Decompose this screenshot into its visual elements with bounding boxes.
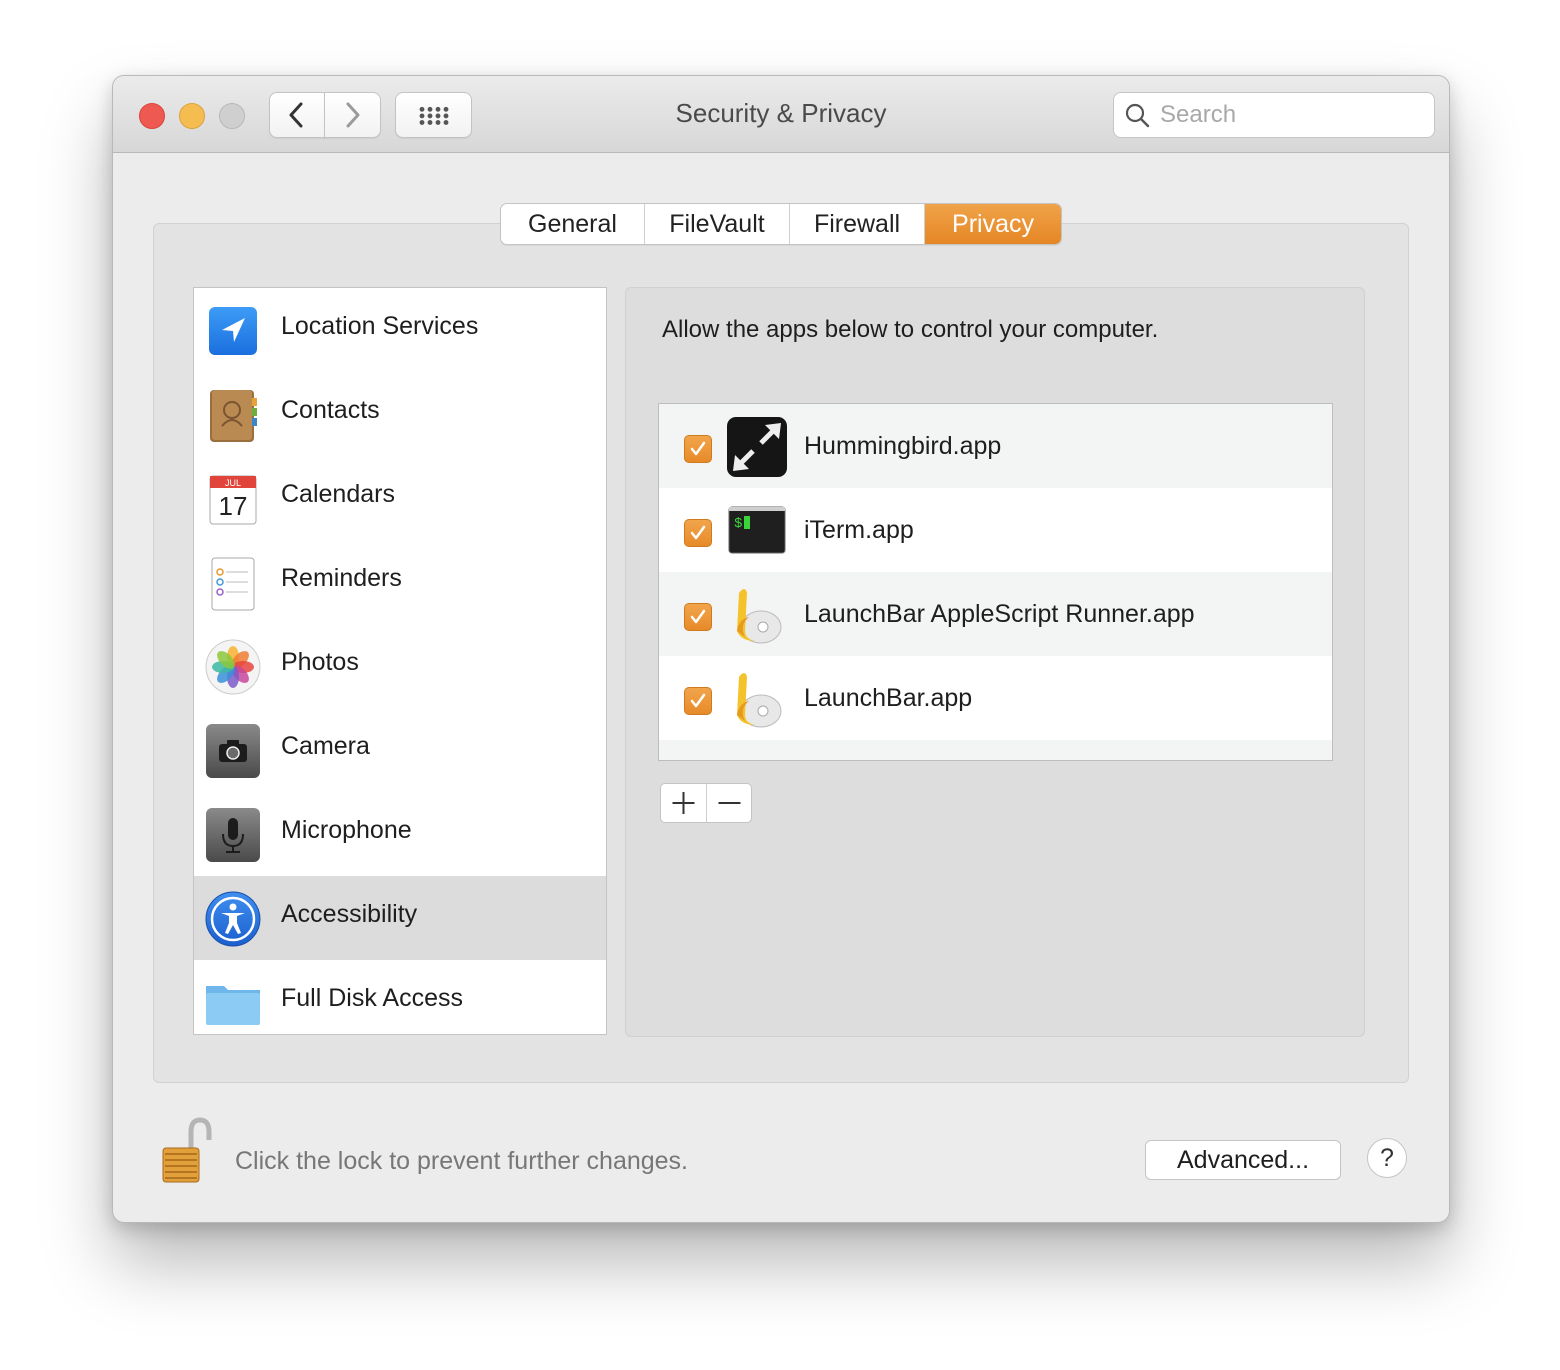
iterm-icon: $ — [728, 506, 786, 554]
sidebar-item-label: Location Services — [281, 312, 479, 340]
title-bar: Security & Privacy — [113, 76, 1449, 153]
lock-status-text: Click the lock to prevent further change… — [235, 1147, 689, 1175]
sidebar-item-accessibility[interactable]: Accessibility — [194, 876, 606, 960]
sidebar-item-location-services[interactable]: Location Services — [194, 288, 606, 372]
accessibility-pane: Allow the apps below to control your com… — [625, 287, 1365, 1037]
list-item: $ iTerm.app — [659, 488, 1332, 572]
add-remove-buttons — [660, 783, 752, 823]
plus-icon — [672, 792, 695, 814]
launchbar-icon — [737, 673, 782, 728]
sidebar-item-microphone[interactable]: Microphone — [194, 792, 606, 876]
folder-icon — [206, 986, 260, 1025]
camera-icon — [206, 724, 260, 778]
tab-bar: General FileVault Firewall Privacy — [500, 203, 1062, 245]
app-name: iTerm.app — [804, 516, 914, 544]
checkmark-icon — [690, 525, 706, 540]
terminal-prompt: $ — [734, 516, 742, 532]
tab-firewall[interactable]: Firewall — [790, 204, 925, 244]
lock-button[interactable] — [161, 1116, 213, 1191]
sidebar-item-full-disk-access[interactable]: Full Disk Access — [194, 960, 606, 1034]
microphone-icon — [206, 808, 260, 862]
list-item: Hummingbird.app — [659, 404, 1332, 488]
sidebar-item-contacts[interactable]: Contacts — [194, 372, 606, 456]
add-app-button[interactable] — [661, 784, 707, 822]
app-checkbox[interactable] — [684, 687, 712, 715]
partial-app-icon — [725, 751, 789, 761]
sidebar-item-label: Reminders — [281, 564, 402, 592]
sidebar-item-label: Photos — [281, 648, 359, 676]
app-checkbox[interactable] — [684, 603, 712, 631]
remove-app-button[interactable] — [707, 784, 752, 822]
list-item: LaunchBar AppleScript Runner.app — [659, 572, 1332, 656]
sidebar-item-camera[interactable]: Camera — [194, 708, 606, 792]
sidebar-item-label: Contacts — [281, 396, 380, 424]
sidebar-item-label: Accessibility — [281, 900, 418, 928]
calendar-month: JUL — [225, 478, 241, 488]
tab-general[interactable]: General — [501, 204, 645, 244]
calendar-day: 17 — [219, 491, 248, 521]
search-input[interactable] — [1158, 99, 1422, 131]
app-checkbox[interactable] — [684, 435, 712, 463]
photos-icon — [205, 639, 261, 695]
advanced-button[interactable]: Advanced... — [1145, 1140, 1341, 1180]
reminders-icon — [211, 557, 255, 611]
sidebar-item-reminders[interactable]: Reminders — [194, 540, 606, 624]
app-list: Hummingbird.app $ iTerm.app LaunchBar Ap… — [658, 403, 1333, 761]
app-checkbox[interactable] — [684, 519, 712, 547]
app-name: LaunchBar AppleScript Runner.app — [804, 600, 1195, 628]
hummingbird-icon — [727, 417, 787, 477]
search-icon — [1125, 103, 1150, 128]
app-name: LaunchBar.app — [804, 684, 973, 712]
checkmark-icon — [690, 441, 706, 456]
tab-filevault[interactable]: FileVault — [645, 204, 790, 244]
search-field[interactable] — [1113, 92, 1435, 138]
sidebar-item-label: Microphone — [281, 816, 412, 844]
preferences-window: Security & Privacy General FileVault Fir… — [112, 75, 1450, 1223]
help-button[interactable]: ? — [1367, 1138, 1407, 1178]
sidebar-item-label: Calendars — [281, 480, 395, 508]
unlocked-padlock-icon — [162, 1117, 212, 1183]
sidebar-item-calendars[interactable]: JUL 17 Calendars — [194, 456, 606, 540]
launchbar-icon — [737, 589, 782, 644]
checkmark-icon — [690, 609, 706, 624]
sidebar-item-photos[interactable]: Photos — [194, 624, 606, 708]
checkmark-icon — [690, 693, 706, 708]
accessibility-icon — [205, 891, 261, 947]
list-item: LaunchBar.app — [659, 656, 1332, 740]
contacts-book-icon — [210, 390, 257, 442]
tab-privacy[interactable]: Privacy — [925, 204, 1061, 244]
sidebar-item-label: Full Disk Access — [281, 984, 463, 1012]
app-name: Hummingbird.app — [804, 432, 1002, 460]
pane-heading: Allow the apps below to control your com… — [662, 316, 1159, 343]
privacy-category-list: Location Services Contacts JUL 17 Calend… — [193, 287, 607, 1035]
calendar-icon: JUL 17 — [209, 475, 257, 525]
sidebar-item-label: Camera — [281, 732, 370, 760]
location-arrow-icon — [209, 307, 257, 355]
list-item-partial — [659, 740, 1332, 761]
minus-icon — [718, 802, 741, 804]
